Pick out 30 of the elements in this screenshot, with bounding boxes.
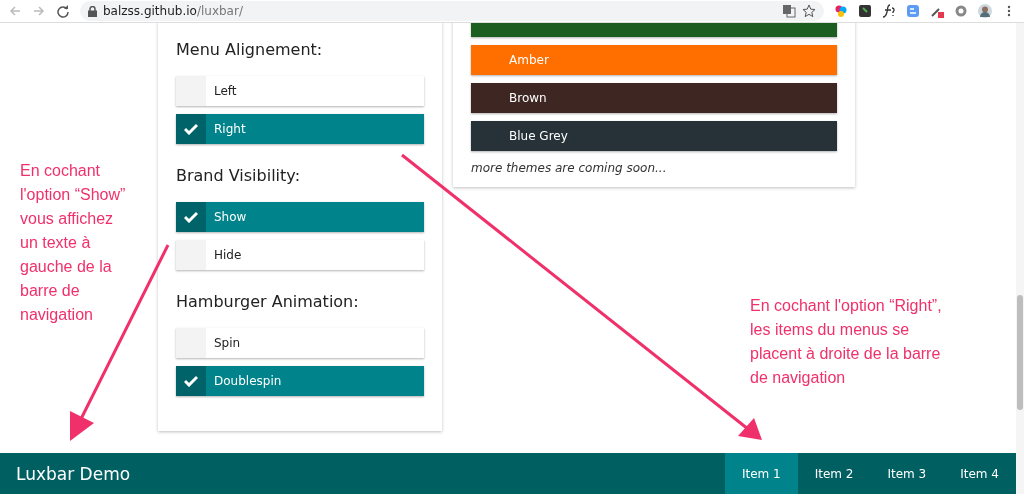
reload-icon[interactable]	[56, 4, 70, 18]
address-bar[interactable]: balzss.github.io/luxbar/	[80, 1, 824, 21]
translate-icon[interactable]	[782, 4, 796, 18]
option-toggle[interactable]: Show	[176, 202, 424, 232]
theme-button[interactable]: Blue Grey	[471, 121, 837, 151]
brand-title[interactable]: Luxbar Demo	[0, 463, 725, 484]
section-heading: Hamburger Animation:	[176, 290, 360, 313]
nav-item[interactable]: Item 3	[870, 453, 944, 494]
star-icon[interactable]	[802, 4, 816, 18]
avatar-icon[interactable]	[978, 4, 992, 18]
scrollbar[interactable]	[1016, 23, 1024, 494]
section-heading: Menu Alignement:	[176, 38, 324, 61]
url-text: balzss.github.io/luxbar/	[103, 4, 243, 18]
lock-icon	[88, 5, 97, 17]
section-heading: Brand Visibility:	[176, 164, 302, 187]
nav-item[interactable]: Item 4	[943, 453, 1016, 494]
function-icon[interactable]	[882, 4, 896, 18]
theme-button[interactable]: Brown	[471, 83, 837, 113]
extension-icon[interactable]	[858, 4, 872, 18]
option-toggle[interactable]: Doublespin	[176, 366, 424, 396]
annotation-text: En cochant l'option “Show” vous affichez un texte à gauche de la barre de navigation	[20, 161, 127, 325]
option-toggle[interactable]: Spin	[176, 328, 424, 358]
option-toggle[interactable]: Right	[176, 114, 424, 144]
annotation-text: En cochant l'option “Right”, les items du menus se placent à droite de la barre de navigation	[750, 296, 943, 388]
nav-item[interactable]: Item 1	[724, 453, 798, 494]
scrollbar-thumb[interactable]	[1017, 295, 1023, 410]
option-toggle[interactable]: Left	[176, 76, 424, 106]
themes-note: more themes are coming soon...	[471, 161, 668, 175]
option-toggle[interactable]: Hide	[176, 240, 424, 270]
nav-item[interactable]: Item 2	[797, 453, 871, 494]
